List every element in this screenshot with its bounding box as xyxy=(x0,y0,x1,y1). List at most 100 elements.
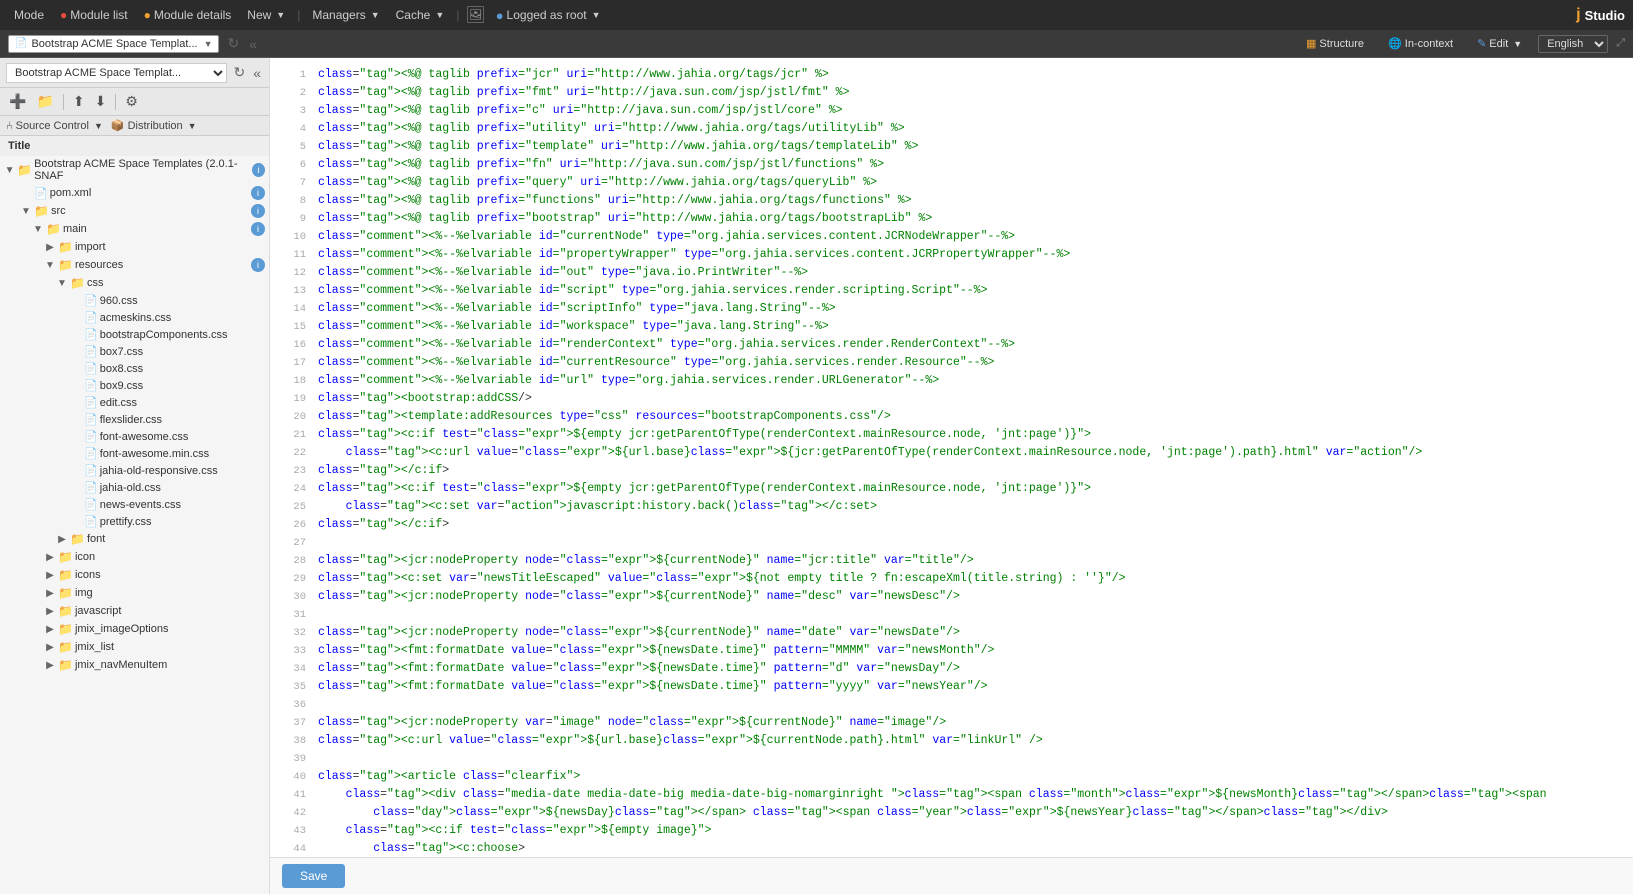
language-select[interactable]: English French German xyxy=(1538,35,1608,53)
dist-dropdown-arrow: ▼ xyxy=(188,121,197,131)
module-list-menu[interactable]: ● Module list xyxy=(54,6,134,24)
jmix-list-toggle[interactable]: ▶ xyxy=(44,642,56,653)
code-line: 17class="comment"><%--%elvariable id="cu… xyxy=(270,354,1633,372)
code-line: 14class="comment"><%--%elvariable id="sc… xyxy=(270,300,1633,318)
main-label: main xyxy=(63,223,87,235)
import-label: import xyxy=(75,241,106,253)
cache-menu[interactable]: Cache ▼ xyxy=(390,6,451,24)
list-item[interactable]: ▼ 📁 css xyxy=(0,274,269,292)
collapse-btn[interactable]: « xyxy=(247,34,259,54)
img-toggle[interactable]: ▶ xyxy=(44,588,56,599)
logged-as-menu[interactable]: ● Logged as root ▼ xyxy=(490,6,607,25)
list-item[interactable]: ▶ 📁 import xyxy=(0,238,269,256)
new-dropdown-arrow: ▼ xyxy=(276,10,285,20)
edit-view-btn[interactable]: ✎ Edit ▼ xyxy=(1469,35,1530,52)
list-item[interactable]: ▶ 📄 font-awesome.min.css xyxy=(0,445,269,462)
line-number: 2 xyxy=(278,84,306,101)
download-btn[interactable]: ⬇ xyxy=(92,91,110,112)
cache-label: Cache xyxy=(396,8,431,22)
sidebar-collapse-btn[interactable]: « xyxy=(251,63,263,83)
file-prettify: prettify.css xyxy=(100,516,152,528)
list-item[interactable]: ▶ 📄 bootstrapComponents.css xyxy=(0,326,269,343)
css-toggle[interactable]: ▼ xyxy=(56,278,68,289)
font-toggle[interactable]: ▶ xyxy=(56,534,68,545)
list-item[interactable]: ▶ 📄 edit.css xyxy=(0,394,269,411)
js-toggle[interactable]: ▶ xyxy=(44,606,56,617)
expand-icon[interactable]: ⤢ xyxy=(1616,37,1625,50)
list-item[interactable]: ▶ 📄 pom.xml i xyxy=(0,184,269,202)
file-news: news-events.css xyxy=(100,499,181,511)
distribution-btn[interactable]: 📦 Distribution ▼ xyxy=(111,119,197,132)
file-icon-fa: 📄 xyxy=(84,430,98,443)
structure-view-btn[interactable]: ▦ Structure xyxy=(1298,35,1372,52)
line-content: class="tag"><%@ taglib prefix="query" ur… xyxy=(318,174,1625,192)
icons-folder-icon: 📁 xyxy=(58,568,73,582)
root-toggle[interactable]: ▼ xyxy=(4,165,15,176)
code-line: 31 xyxy=(270,606,1633,624)
code-line: 43 class="tag"><c:if test="class="expr">… xyxy=(270,822,1633,840)
list-item[interactable]: ▶ 📄 box9.css xyxy=(0,377,269,394)
list-item[interactable]: ▶ 📄 acmeskins.css xyxy=(0,309,269,326)
new-label: New xyxy=(247,8,271,22)
sidebar-project-select[interactable]: Bootstrap ACME Space Templat... xyxy=(6,63,227,83)
line-content: class="tag"><c:url value="class="expr">$… xyxy=(318,444,1625,462)
template-selector[interactable]: 📄 Bootstrap ACME Space Templat... ▼ xyxy=(8,35,219,53)
resources-toggle[interactable]: ▼ xyxy=(44,260,56,271)
list-item[interactable]: ▶ 📁 jmix_navMenuItem xyxy=(0,656,269,674)
sidebar-refresh-btn[interactable]: ↻ xyxy=(231,62,247,83)
js-folder-icon: 📁 xyxy=(58,604,73,618)
list-item[interactable]: ▶ 📄 prettify.css xyxy=(0,513,269,530)
line-number: 23 xyxy=(278,462,306,479)
list-item[interactable]: ▶ 📄 flexslider.css xyxy=(0,411,269,428)
list-item[interactable]: ▶ 📄 jahia-old-responsive.css xyxy=(0,462,269,479)
list-item[interactable]: ▶ 📁 jmix_imageOptions xyxy=(0,620,269,638)
list-item[interactable]: ▶ 📁 icon xyxy=(0,548,269,566)
managers-menu[interactable]: Managers ▼ xyxy=(306,6,385,24)
line-content: class="tag"><%@ taglib prefix="fn" uri="… xyxy=(318,156,1625,174)
line-number: 4 xyxy=(278,120,306,137)
main-toggle[interactable]: ▼ xyxy=(32,224,44,235)
line-number: 1 xyxy=(278,66,306,83)
file-bootstrap: bootstrapComponents.css xyxy=(100,329,228,341)
line-number: 10 xyxy=(278,228,306,245)
new-menu[interactable]: New ▼ xyxy=(241,6,291,24)
module-details-menu[interactable]: ● Module details xyxy=(138,6,238,24)
code-line: 36 xyxy=(270,696,1633,714)
line-number: 26 xyxy=(278,516,306,533)
list-item[interactable]: ▶ 📄 font-awesome.css xyxy=(0,428,269,445)
sidebar: Bootstrap ACME Space Templat... ↻ « ➕ 📁 … xyxy=(0,58,270,894)
list-item[interactable]: ▶ 📄 960.css xyxy=(0,292,269,309)
in-context-view-btn[interactable]: 🌐 In-context xyxy=(1380,35,1461,52)
src-toggle[interactable]: ▼ xyxy=(20,206,32,217)
list-item[interactable]: ▶ 📁 jmix_list xyxy=(0,638,269,656)
upload-btn[interactable]: ⬆ xyxy=(70,91,88,112)
source-control-btn[interactable]: ⑃ Source Control ▼ xyxy=(6,120,103,132)
list-item[interactable]: ▶ 📄 box8.css xyxy=(0,360,269,377)
list-item[interactable]: ▼ 📁 src i xyxy=(0,202,269,220)
jmix-nav-toggle[interactable]: ▶ xyxy=(44,660,56,671)
code-editor[interactable]: 1class="tag"><%@ taglib prefix="jcr" uri… xyxy=(270,58,1633,857)
list-item[interactable]: ▶ 📁 icons xyxy=(0,566,269,584)
line-number: 3 xyxy=(278,102,306,119)
save-button[interactable]: Save xyxy=(282,864,345,888)
settings-btn[interactable]: ⚙ xyxy=(122,91,141,112)
icon-toggle[interactable]: ▶ xyxy=(44,552,56,563)
code-line: 10class="comment"><%--%elvariable id="cu… xyxy=(270,228,1633,246)
list-item[interactable]: ▶ 📁 img xyxy=(0,584,269,602)
mode-menu[interactable]: Mode xyxy=(8,6,50,24)
jmix-img-toggle[interactable]: ▶ xyxy=(44,624,56,635)
icons-toggle[interactable]: ▶ xyxy=(44,570,56,581)
refresh-btn[interactable]: ↻ xyxy=(225,33,241,54)
list-item[interactable]: ▼ 📁 main i xyxy=(0,220,269,238)
list-item[interactable]: ▶ 📄 jahia-old.css xyxy=(0,479,269,496)
add-folder-btn[interactable]: 📁 xyxy=(33,91,56,112)
list-item[interactable]: ▶ 📄 box7.css xyxy=(0,343,269,360)
list-item[interactable]: ▶ 📁 font xyxy=(0,530,269,548)
list-item[interactable]: ▶ 📁 javascript xyxy=(0,602,269,620)
line-content: class="tag"><%@ taglib prefix="functions… xyxy=(318,192,1625,210)
tree-root[interactable]: ▼ 📁 Bootstrap ACME Space Templates (2.0.… xyxy=(0,156,269,184)
list-item[interactable]: ▼ 📁 resources i xyxy=(0,256,269,274)
list-item[interactable]: ▶ 📄 news-events.css xyxy=(0,496,269,513)
add-file-btn[interactable]: ➕ xyxy=(6,91,29,112)
import-toggle[interactable]: ▶ xyxy=(44,242,56,253)
